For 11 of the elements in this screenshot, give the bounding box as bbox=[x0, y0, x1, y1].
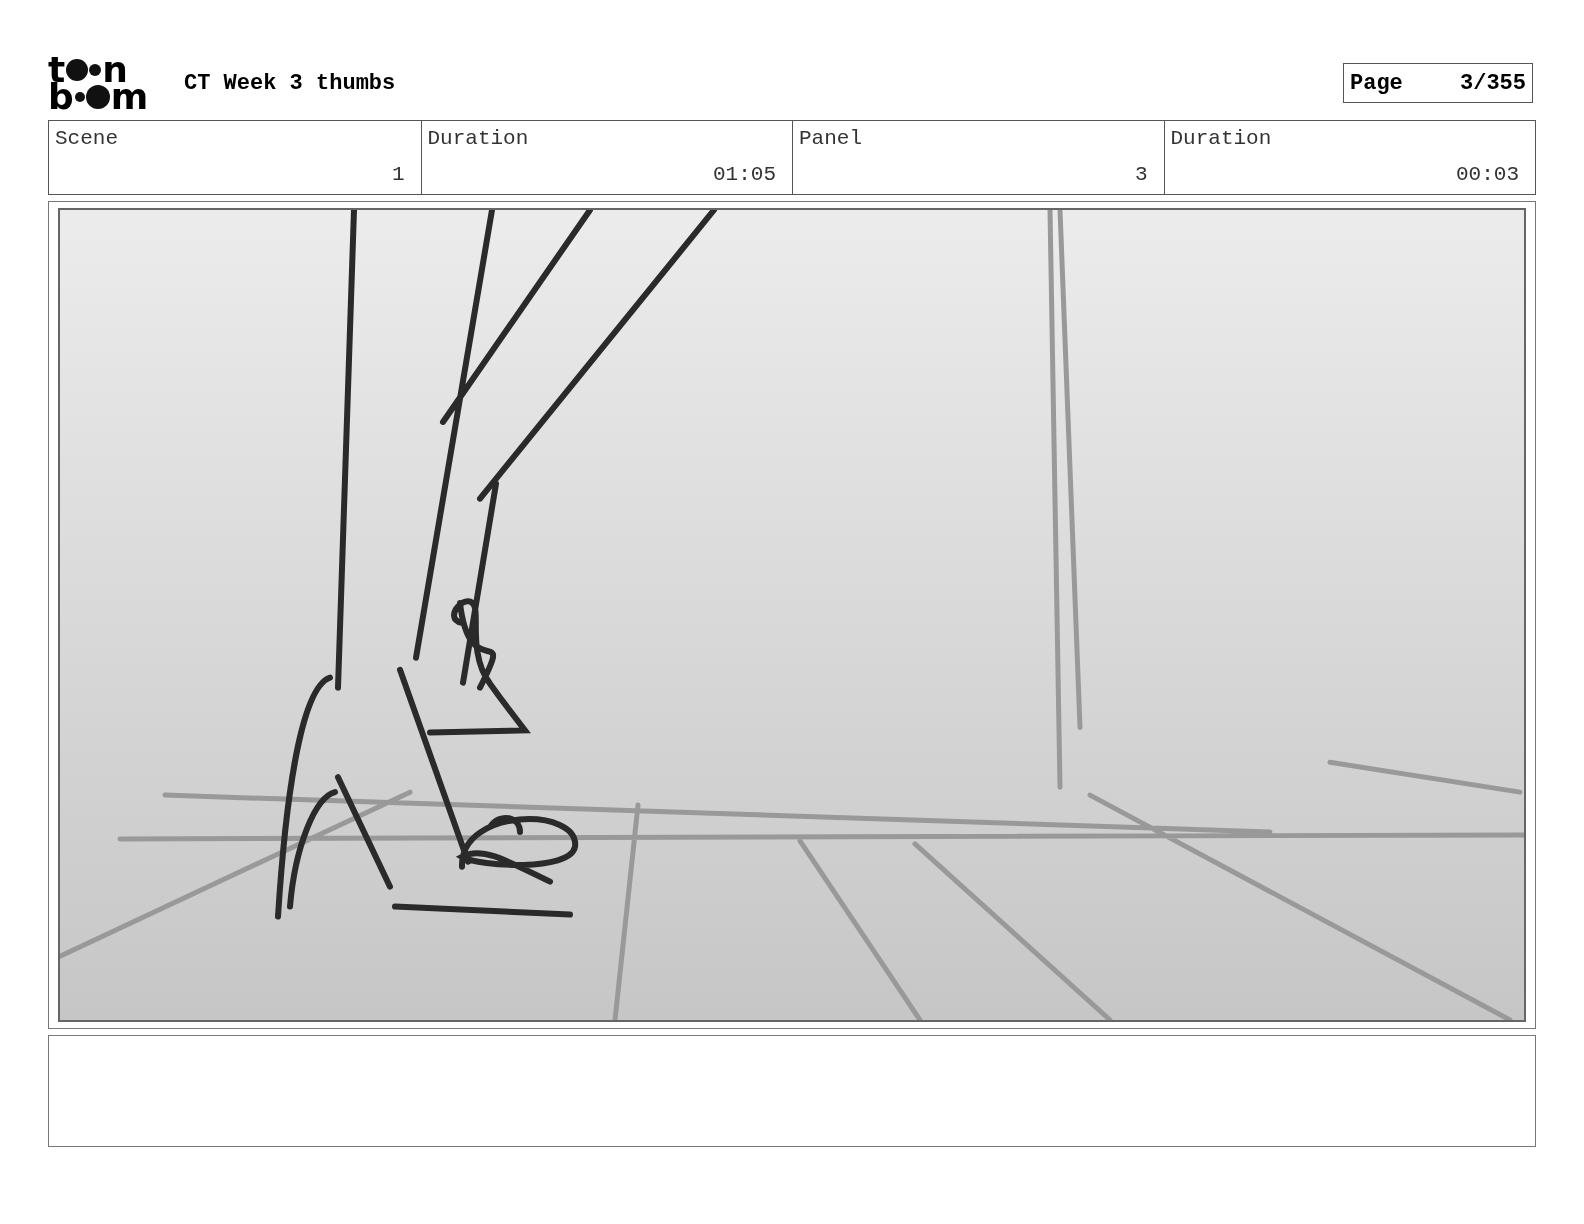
info-label: Duration bbox=[427, 127, 530, 150]
info-label: Panel bbox=[799, 127, 863, 150]
page-number-box: Page 3/355 bbox=[1343, 63, 1533, 103]
info-value: 01:05 bbox=[713, 163, 776, 186]
document-title: CT Week 3 thumbs bbox=[184, 70, 397, 96]
logo: t n b m bbox=[48, 56, 150, 110]
info-value: 3 bbox=[1134, 163, 1148, 186]
info-label: Duration bbox=[1170, 127, 1273, 150]
info-value: 1 bbox=[391, 163, 405, 186]
info-label: Scene bbox=[55, 127, 119, 150]
info-value: 00:03 bbox=[1456, 163, 1519, 186]
